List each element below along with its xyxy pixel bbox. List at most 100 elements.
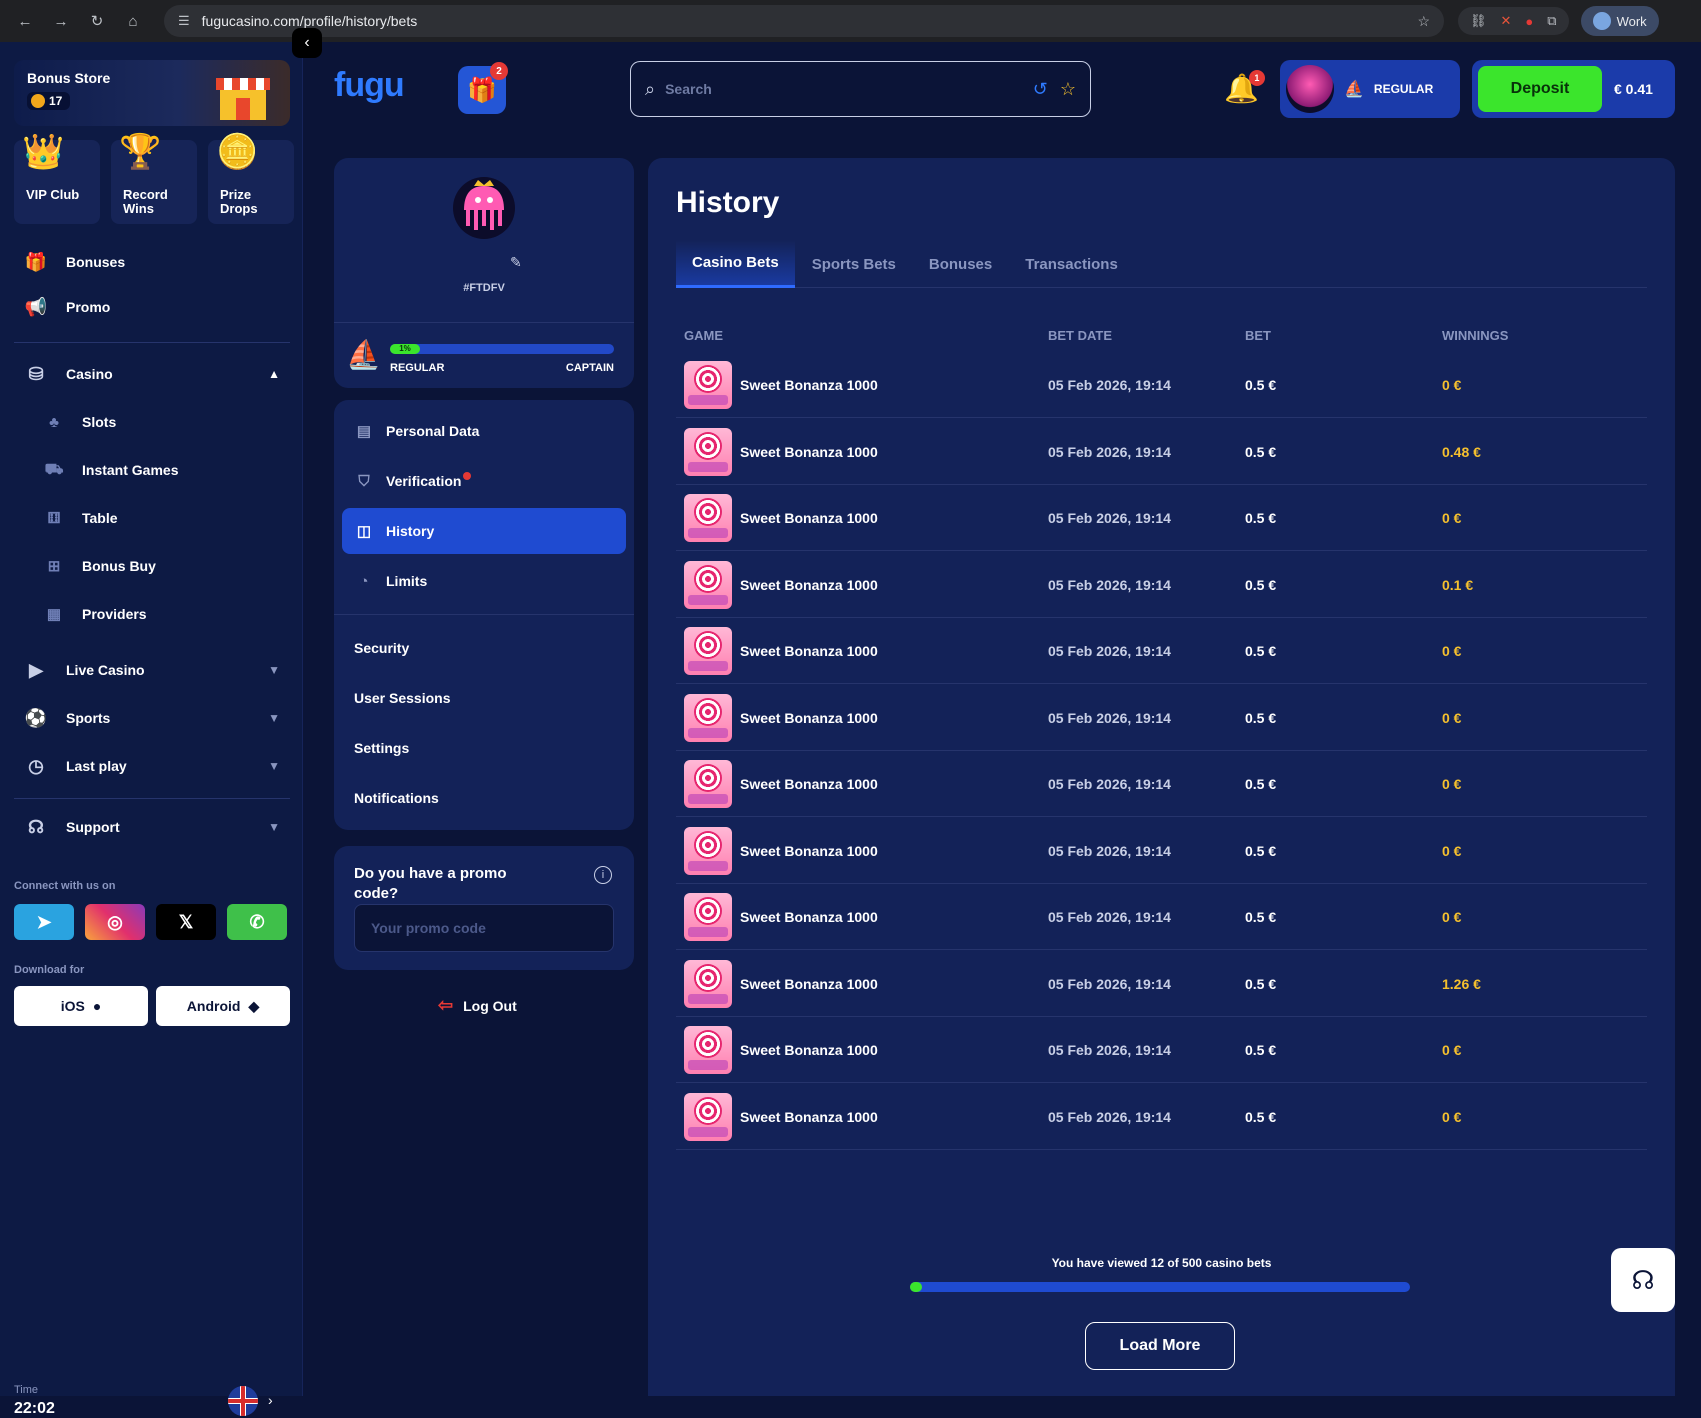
balance[interactable]: € 0.41 <box>1614 81 1653 97</box>
game-name[interactable]: Sweet Bonanza 1000 <box>740 1109 878 1125</box>
instagram-button[interactable]: ◎ <box>85 904 145 940</box>
edit-pencil-icon[interactable]: ✎ <box>510 254 522 271</box>
game-thumbnail[interactable] <box>684 760 732 808</box>
deposit-button[interactable]: Deposit <box>1478 66 1602 112</box>
menu-item-limits[interactable]: ◔ Limits <box>342 558 626 604</box>
table-row[interactable]: Sweet Bonanza 1000 05 Feb 2026, 19:14 0.5 … <box>676 951 1647 1017</box>
menu-item-user-sessions[interactable]: User Sessions <box>354 690 451 706</box>
table-row[interactable]: Sweet Bonanza 1000 05 Feb 2026, 19:14 0.5 … <box>676 552 1647 618</box>
menu-item-settings[interactable]: Settings <box>354 740 409 756</box>
menu-item-security[interactable]: Security <box>354 640 409 656</box>
menu-item-notifications[interactable]: Notifications <box>354 790 439 806</box>
game-name[interactable]: Sweet Bonanza 1000 <box>740 843 878 859</box>
game-thumbnail[interactable] <box>684 1092 732 1141</box>
vip-club-tile[interactable]: 👑 VIP Club <box>14 133 100 224</box>
sidebar-item-support[interactable]: ☊ Support ▼ <box>14 807 290 847</box>
sidebar-item-sports[interactable]: ⚽ Sports ▼ <box>14 698 290 738</box>
table-row[interactable]: Sweet Bonanza 1000 05 Feb 2026, 19:14 0.5 … <box>676 485 1647 551</box>
table-row[interactable]: Sweet Bonanza 1000 05 Feb 2026, 19:14 0.5 … <box>676 1017 1647 1083</box>
sidebar-item-bonuses[interactable]: 🎁 Bonuses <box>14 242 290 282</box>
site-logo[interactable]: fugu <box>334 66 405 105</box>
record-wins-tile[interactable]: 🏆 Record Wins <box>111 133 197 224</box>
collapse-sidebar-button[interactable]: ‹ <box>292 28 322 58</box>
table-row[interactable]: Sweet Bonanza 1000 05 Feb 2026, 19:14 0.5 … <box>676 352 1647 418</box>
chevron-up-icon[interactable]: ▲ <box>268 367 280 381</box>
sidebar-item-slots[interactable]: ♣ Slots <box>44 402 116 442</box>
game-thumbnail[interactable] <box>684 494 732 542</box>
game-thumbnail[interactable] <box>684 893 732 941</box>
sidebar-item-table[interactable]: ⚅ Table <box>44 498 117 538</box>
table-row[interactable]: Sweet Bonanza 1000 05 Feb 2026, 19:14 0.5 … <box>676 1084 1647 1150</box>
extension-link-icon[interactable]: ⛓ <box>1470 13 1487 29</box>
game-thumbnail[interactable] <box>684 959 732 1008</box>
game-name[interactable]: Sweet Bonanza 1000 <box>740 776 878 792</box>
game-name[interactable]: Sweet Bonanza 1000 <box>740 976 878 992</box>
game-name[interactable]: Sweet Bonanza 1000 <box>740 510 878 526</box>
sidebar-item-last-play[interactable]: ◷ Last play ▼ <box>14 746 290 786</box>
android-download-button[interactable]: Android ◆ <box>156 986 290 1026</box>
chevron-down-icon[interactable]: ▼ <box>268 759 280 773</box>
sidebar-item-instant-games[interactable]: ⛟ Instant Games <box>44 450 179 490</box>
reload-icon[interactable]: ↻ <box>86 10 108 32</box>
star-icon[interactable]: ☆ <box>1060 79 1076 100</box>
table-row[interactable]: Sweet Bonanza 1000 05 Feb 2026, 19:14 0.5 … <box>676 419 1647 485</box>
menu-item-history[interactable]: ◫ History <box>342 508 626 554</box>
extension-x-icon[interactable]: ✕ <box>1501 13 1512 29</box>
sidebar-item-casino[interactable]: ⛁ Casino ▲ <box>14 354 290 394</box>
history-icon[interactable]: ↺ <box>1033 79 1048 100</box>
browser-profile-button[interactable]: Work <box>1580 6 1659 36</box>
logout-button[interactable]: ⇦ Log Out <box>438 995 517 1016</box>
chevron-right-icon[interactable]: › <box>268 1392 273 1408</box>
table-row[interactable]: Sweet Bonanza 1000 05 Feb 2026, 19:14 0.5 … <box>676 884 1647 950</box>
bookmark-star-icon[interactable]: ☆ <box>1417 13 1430 30</box>
promo-code-input[interactable] <box>354 904 614 952</box>
game-thumbnail[interactable] <box>684 361 732 409</box>
info-icon[interactable]: i <box>594 866 612 884</box>
game-thumbnail[interactable] <box>684 560 732 609</box>
ios-download-button[interactable]: iOS ● <box>14 986 148 1026</box>
load-more-button[interactable]: Load More <box>1085 1322 1235 1370</box>
telegram-button[interactable]: ➤ <box>14 904 74 940</box>
table-row[interactable]: Sweet Bonanza 1000 05 Feb 2026, 19:14 0.5 … <box>676 685 1647 751</box>
sidebar-item-promo[interactable]: 📢 Promo <box>14 287 290 327</box>
tab-casino-bets[interactable]: Casino Bets <box>676 240 795 288</box>
table-row[interactable]: Sweet Bonanza 1000 05 Feb 2026, 19:14 0.5 … <box>676 751 1647 817</box>
x-button[interactable]: 𝕏 <box>156 904 216 940</box>
game-thumbnail[interactable] <box>684 427 732 476</box>
uk-flag-icon[interactable] <box>228 1386 258 1416</box>
extensions-puzzle-icon[interactable]: ⧉ <box>1547 13 1556 29</box>
forward-icon[interactable]: → <box>50 10 72 32</box>
table-row[interactable]: Sweet Bonanza 1000 05 Feb 2026, 19:14 0.5 … <box>676 618 1647 684</box>
support-chat-button[interactable]: ☊ <box>1611 1248 1675 1312</box>
chevron-down-icon[interactable]: ▼ <box>268 711 280 725</box>
site-settings-icon[interactable]: ☰ <box>178 13 190 29</box>
sidebar-item-live-casino[interactable]: ▶ Live Casino ▼ <box>14 650 290 690</box>
gift-button[interactable]: 🎁 2 <box>458 62 508 114</box>
back-icon[interactable]: ← <box>14 10 36 32</box>
tab-sports-bets[interactable]: Sports Bets <box>796 240 912 288</box>
game-thumbnail[interactable] <box>684 693 732 742</box>
bonus-store-card[interactable]: Bonus Store 17 <box>14 60 290 126</box>
menu-item-personal-data[interactable]: ▤ Personal Data <box>342 408 626 454</box>
notifications-button[interactable]: 🔔 1 <box>1224 70 1265 105</box>
tab-transactions[interactable]: Transactions <box>1009 240 1134 288</box>
user-level-button[interactable]: ⛵ REGULAR <box>1280 60 1460 118</box>
menu-item-verification[interactable]: ⛉ Verification <box>342 458 626 504</box>
game-name[interactable]: Sweet Bonanza 1000 <box>740 909 878 925</box>
game-name[interactable]: Sweet Bonanza 1000 <box>740 577 878 593</box>
chevron-down-icon[interactable]: ▼ <box>268 820 280 834</box>
game-thumbnail[interactable] <box>684 826 732 875</box>
game-thumbnail[interactable] <box>684 627 732 675</box>
tab-bonuses[interactable]: Bonuses <box>913 240 1008 288</box>
table-row[interactable]: Sweet Bonanza 1000 05 Feb 2026, 19:14 0.5 … <box>676 818 1647 884</box>
game-name[interactable]: Sweet Bonanza 1000 <box>740 1042 878 1058</box>
game-name[interactable]: Sweet Bonanza 1000 <box>740 377 878 393</box>
extension-red-icon[interactable]: ● <box>1525 14 1533 29</box>
prize-drops-tile[interactable]: 🪙 Prize Drops <box>208 133 294 224</box>
address-bar[interactable]: ☰ fugucasino.com/profile/history/bets ☆ <box>164 5 1444 37</box>
whatsapp-button[interactable]: ✆ <box>227 904 287 940</box>
sidebar-item-bonus-buy[interactable]: ⊞ Bonus Buy <box>44 546 156 586</box>
game-name[interactable]: Sweet Bonanza 1000 <box>740 444 878 460</box>
search-input[interactable] <box>665 81 1021 97</box>
chevron-down-icon[interactable]: ▼ <box>268 663 280 677</box>
